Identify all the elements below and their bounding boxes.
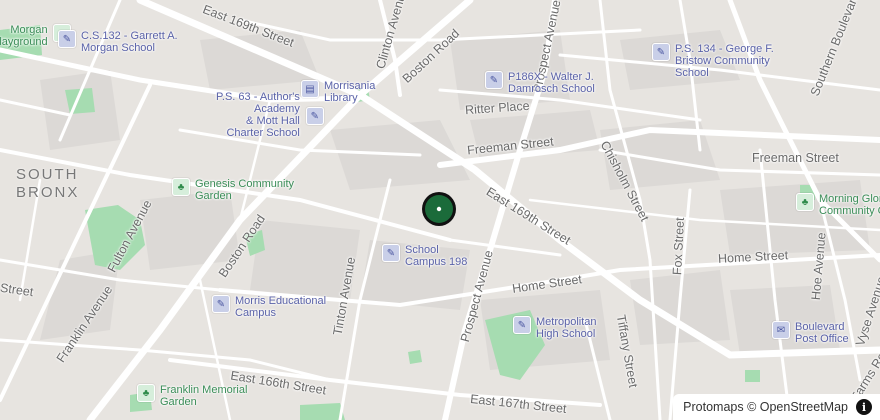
poi-school-campus-198[interactable]: ✎ School Campus 198 [382,244,467,268]
poi-label: P.S. 63 - Author's Academy & Mott Hall C… [216,91,300,139]
park-icon: ♣ [172,178,190,196]
street-label-freeman-street-east: Freeman Street [752,151,839,165]
location-marker-icon[interactable] [421,191,457,227]
poi-genesis-garden[interactable]: ♣ Genesis Community Garden [172,178,294,202]
school-icon: ✎ [58,30,76,48]
poi-cs132-school[interactable]: ✎ C.S.132 - Garrett A. Morgan School [58,30,178,54]
school-icon: ✎ [652,43,670,61]
park-icon: ♣ [137,384,155,402]
poi-label: Franklin Memorial Garden [160,384,248,408]
poi-ps134-school[interactable]: ✎ P.S. 134 - George F. Bristow Community… [652,43,774,79]
poi-label: School Campus 198 [405,244,468,268]
poi-boulevard-post-office[interactable]: ✉ Boulevard Post Office [772,321,849,345]
poi-metropolitan-hs[interactable]: ✎ Metropolitan High School [513,316,597,340]
poi-label: Metropolitan High School [536,316,597,340]
poi-franklin-garden[interactable]: ♣ Franklin Memorial Garden [137,384,247,408]
school-icon: ✎ [212,295,230,313]
poi-morning-glory[interactable]: ♣ Morning Glory Community Ga [796,193,880,217]
post-office-icon: ✉ [772,321,790,339]
poi-label: P.S. 134 - George F. Bristow Community S… [675,43,774,79]
school-icon: ✎ [382,244,400,262]
poi-label: P186X - Walter J. Damrosch School [508,71,595,95]
info-icon[interactable]: i [856,399,872,415]
school-icon: ✎ [513,316,531,334]
poi-label: Morgan Playground [0,24,48,48]
map-canvas[interactable]: SOUTH BRONX East 169th Street Clinton Av… [0,0,880,420]
poi-morris-campus[interactable]: ✎ Morris Educational Campus [212,295,326,319]
map-attribution: Protomaps © OpenStreetMap i [673,394,880,420]
poi-label: Morrisania Library [324,80,376,104]
poi-label: C.S.132 - Garrett A. Morgan School [81,30,178,54]
poi-label: Boulevard Post Office [795,321,849,345]
school-icon: ✎ [305,107,324,125]
poi-label: Genesis Community Garden [195,178,295,202]
poi-ps63-school[interactable]: ✎ P.S. 63 - Author's Academy & Mott Hall… [216,91,324,139]
attribution-text[interactable]: Protomaps © OpenStreetMap [683,400,848,414]
park-icon: ♣ [796,193,814,211]
street-label-fox-street: Fox Street [670,217,688,276]
poi-label: Morris Educational Campus [235,295,327,319]
district-label: SOUTH BRONX [16,166,80,201]
poi-p186x-school[interactable]: ✎ P186X - Walter J. Damrosch School [485,71,595,95]
poi-label: Morning Glory Community Ga [819,193,880,217]
school-icon: ✎ [485,71,503,89]
